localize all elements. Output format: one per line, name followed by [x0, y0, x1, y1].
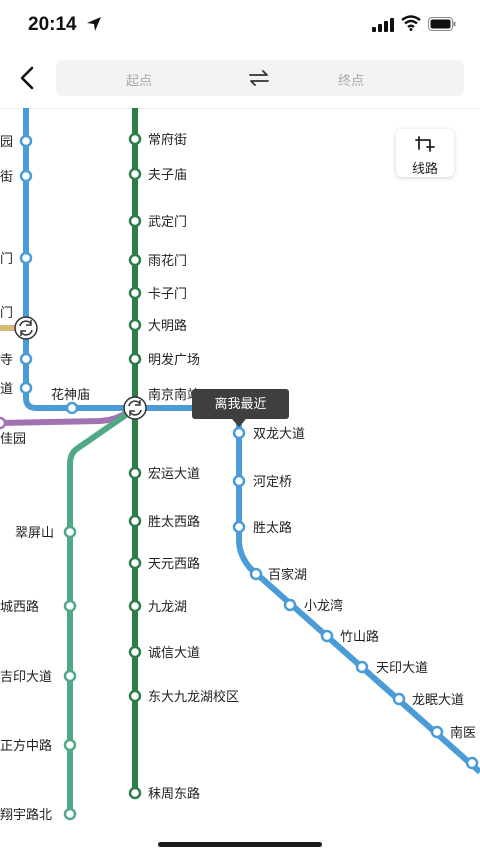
station-marker[interactable]	[63, 669, 77, 683]
station-marker[interactable]	[128, 253, 142, 267]
station-label: 大明路	[148, 318, 187, 333]
station-marker[interactable]	[430, 725, 444, 739]
location-arrow-icon	[87, 17, 101, 31]
station-marker[interactable]	[0, 416, 7, 430]
lines-button[interactable]: 线路	[396, 129, 454, 177]
station-marker[interactable]	[63, 525, 77, 539]
battery-icon	[428, 17, 456, 31]
station-marker[interactable]	[19, 134, 33, 148]
station-marker[interactable]	[320, 629, 334, 643]
station-label: 龙眠大道	[412, 692, 464, 707]
station-label: 竹山路	[340, 629, 379, 644]
station-label: 卡子门	[148, 286, 187, 301]
station-label: 南医	[450, 725, 476, 740]
station-label: 道	[0, 381, 13, 396]
station-marker[interactable]	[232, 520, 246, 534]
station-label: 吉印大道	[0, 669, 52, 684]
teal-line	[67, 405, 138, 818]
station-marker[interactable]	[19, 352, 33, 366]
station-marker[interactable]	[128, 645, 142, 659]
station-marker[interactable]	[128, 556, 142, 570]
station-marker[interactable]	[128, 352, 142, 366]
station-marker[interactable]	[63, 599, 77, 613]
station-label: 门	[0, 305, 13, 320]
station-marker[interactable]	[392, 692, 406, 706]
station-marker[interactable]	[19, 251, 33, 265]
station-marker[interactable]	[232, 426, 246, 440]
status-bar: 20:14	[0, 0, 480, 50]
station-label: 花神庙	[51, 387, 90, 402]
back-arrow-icon[interactable]	[14, 64, 42, 92]
station-marker[interactable]	[19, 381, 33, 395]
station-label: 翠屏山	[15, 525, 54, 540]
station-marker[interactable]	[128, 167, 142, 181]
cellular-signal-icon	[372, 18, 394, 32]
station-label: 常府街	[148, 132, 187, 147]
station-label: 武定门	[148, 214, 187, 229]
metro-map-svg[interactable]: 常府街 夫子庙 武定门 雨花门 卡子门 大明路 明发广场 南京南站 宏运大道 胜…	[0, 108, 480, 853]
tooltip-pointer	[232, 419, 246, 427]
metro-map[interactable]: 常府街 夫子庙 武定门 雨花门 卡子门 大明路 明发广场 南京南站 宏运大道 胜…	[0, 108, 480, 853]
station-marker[interactable]	[249, 567, 263, 581]
lines-button-label: 线路	[411, 161, 438, 176]
wifi-icon	[401, 15, 421, 31]
transfer-station-icon[interactable]	[14, 316, 38, 340]
station-label: 街	[0, 169, 13, 184]
station-marker[interactable]	[128, 132, 142, 146]
station-marker[interactable]	[19, 169, 33, 183]
station-label: 东大九龙湖校区	[148, 689, 239, 704]
station-label: 天元西路	[148, 556, 200, 571]
station-marker[interactable]	[232, 474, 246, 488]
station-label: 佳园	[0, 431, 26, 446]
route-search-bar: 起点 终点	[0, 50, 480, 109]
route-input-box: 起点 终点	[56, 60, 464, 96]
station-marker[interactable]	[128, 786, 142, 800]
station-marker[interactable]	[128, 318, 142, 332]
swap-icon[interactable]	[248, 69, 270, 87]
station-marker[interactable]	[128, 466, 142, 480]
start-station-field[interactable]: 起点	[126, 70, 152, 89]
station-marker[interactable]	[128, 514, 142, 528]
station-label: 正方中路	[0, 738, 52, 753]
station-marker[interactable]	[128, 599, 142, 613]
station-marker[interactable]	[465, 756, 479, 770]
station-label: 河定桥	[253, 474, 292, 489]
station-marker[interactable]	[283, 598, 297, 612]
station-marker[interactable]	[128, 689, 142, 703]
status-time: 20:14	[28, 14, 77, 35]
station-marker[interactable]	[63, 807, 77, 821]
station-label: 胜太路	[253, 520, 292, 535]
station-label: 天印大道	[376, 660, 428, 675]
nearest-station-tooltip: 离我最近	[192, 389, 289, 419]
station-marker[interactable]	[65, 401, 79, 415]
station-label: 园	[0, 134, 13, 149]
station-label: 寺	[0, 352, 13, 367]
station-marker[interactable]	[355, 660, 369, 674]
station-marker[interactable]	[128, 214, 142, 228]
station-label: 门	[0, 251, 13, 266]
station-label: 胜太西路	[148, 514, 200, 529]
station-label: 明发广场	[148, 352, 200, 367]
station-marker[interactable]	[128, 286, 142, 300]
station-label: 秣周东路	[148, 786, 200, 801]
blue-branch-line	[136, 405, 480, 775]
station-label: 宏运大道	[148, 466, 200, 481]
route-lines-icon	[415, 136, 435, 152]
station-label: 城西路	[0, 599, 39, 614]
station-label: 小龙湾	[304, 598, 343, 613]
station-label: 夫子庙	[148, 167, 187, 182]
station-marker[interactable]	[63, 738, 77, 752]
end-station-field[interactable]: 终点	[338, 70, 364, 89]
home-indicator	[158, 842, 322, 847]
transfer-station-icon[interactable]	[123, 396, 147, 420]
station-label: 百家湖	[268, 567, 307, 582]
left-blue-line	[23, 108, 136, 411]
station-label: 雨花门	[148, 253, 187, 268]
station-label: 九龙湖	[148, 599, 187, 614]
station-label: 诚信大道	[148, 645, 200, 660]
station-label: 翔宇路北	[0, 807, 52, 822]
station-label: 双龙大道	[253, 426, 305, 441]
